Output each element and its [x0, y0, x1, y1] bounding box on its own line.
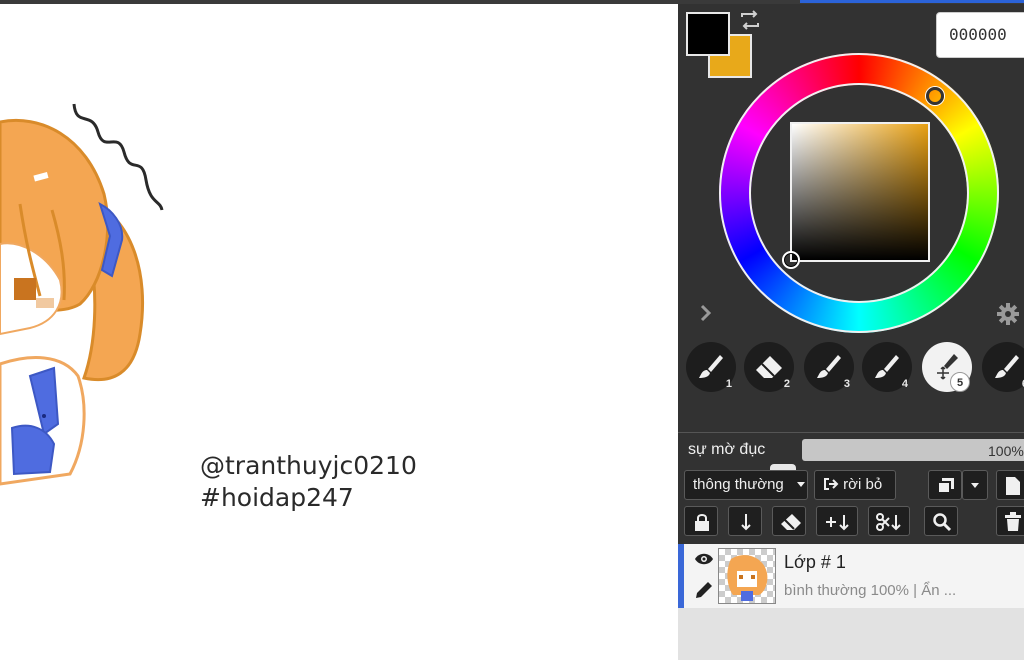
watermark-handle: @tranthuyjc0210 — [200, 451, 417, 480]
brush-number: 1 — [725, 378, 732, 390]
pencil-icon — [694, 580, 714, 605]
brush-number: 5 — [950, 372, 970, 392]
opacity-value: 100% — [988, 443, 1024, 459]
brush-number: 2 — [783, 378, 790, 390]
watermark-hashtag: #hoidap247 — [200, 483, 354, 512]
top-accent-strip — [800, 0, 1024, 3]
duplicate-menu-button[interactable] — [962, 470, 988, 500]
eraser-icon — [756, 356, 782, 378]
gear-icon[interactable] — [996, 302, 1020, 326]
lock-layer-button[interactable] — [684, 506, 718, 536]
swap-colors-icon[interactable] — [738, 10, 762, 30]
anime-girl-drawing — [0, 103, 164, 486]
trash-icon — [1005, 512, 1021, 531]
layer-item[interactable]: Lớp # 1 bình thường 100% | Ẩn ... — [678, 544, 1024, 608]
brush-preset-2[interactable]: 2 — [744, 342, 794, 392]
delete-layer-button[interactable] — [996, 506, 1024, 536]
layer-meta: bình thường 100% | Ẩn ... — [784, 582, 957, 599]
saturation-value-square[interactable] — [790, 122, 930, 262]
discard-label: rời bỏ — [843, 476, 883, 493]
caret-down-icon — [797, 482, 805, 487]
search-layer-button[interactable] — [924, 506, 958, 536]
add-to-layer-button[interactable] — [816, 506, 858, 536]
exit-icon — [824, 478, 839, 490]
clear-layer-button[interactable] — [772, 506, 806, 536]
brush-number: 4 — [901, 378, 908, 390]
lock-icon — [695, 514, 709, 531]
opacity-slider[interactable]: 100% — [802, 439, 1024, 461]
brush-icon — [699, 355, 723, 378]
new-file-icon — [1006, 477, 1020, 495]
layer-thumbnail — [718, 548, 776, 604]
scissors-down-icon — [876, 513, 901, 531]
brush-preset-4[interactable]: 4 — [862, 342, 912, 392]
brush-number: 3 — [843, 378, 850, 390]
eraser-icon — [781, 514, 801, 530]
layer-name: Lớp # 1 — [784, 552, 846, 572]
brush-preset-3[interactable]: 3 — [804, 342, 854, 392]
eye-icon[interactable] — [694, 552, 714, 571]
brush-presets: 1 2 3 4 5 6 — [686, 342, 1024, 394]
primary-color-swatch[interactable] — [686, 12, 730, 56]
drawing-canvas[interactable]: @tranthuyjc0210 #hoidap247 — [0, 4, 678, 660]
blend-mode-label: thông thường — [693, 476, 784, 493]
sv-picker-handle[interactable] — [782, 251, 800, 269]
blend-mode-select[interactable]: thông thường — [684, 470, 808, 500]
chevron-right-icon[interactable] — [698, 302, 714, 324]
cut-to-layer-button[interactable] — [868, 506, 910, 536]
brush-icon — [875, 355, 899, 378]
merge-down-button[interactable] — [728, 506, 762, 536]
brush-icon — [817, 355, 841, 378]
brush-preset-5[interactable]: 5 — [922, 342, 972, 392]
brush-preset-1[interactable]: 1 — [686, 342, 736, 392]
arrow-down-icon — [741, 514, 751, 531]
caret-down-icon — [971, 483, 979, 488]
watermark-text: @tranthuyjc0210 #hoidap247 — [200, 450, 417, 514]
layers-list: Lớp # 1 bình thường 100% | Ẩn ... — [678, 544, 1024, 660]
duplicate-layer-button[interactable] — [928, 470, 962, 500]
discard-button[interactable]: rời bỏ — [814, 470, 896, 500]
brush-icon — [995, 355, 1019, 378]
opacity-label: sự mờ đục — [688, 441, 766, 458]
search-icon — [933, 513, 952, 532]
new-layer-button[interactable] — [996, 470, 1024, 500]
hue-picker-handle[interactable] — [926, 87, 944, 105]
brush-preset-6[interactable]: 6 — [982, 342, 1024, 392]
duplicate-icon — [937, 478, 954, 494]
tool-panel: 000000 1 2 3 4 5 sự mờ đục 100% thông th… — [678, 4, 1024, 660]
opacity-row: sự mờ đục 100% — [678, 432, 1024, 468]
plus-down-icon — [826, 515, 849, 531]
